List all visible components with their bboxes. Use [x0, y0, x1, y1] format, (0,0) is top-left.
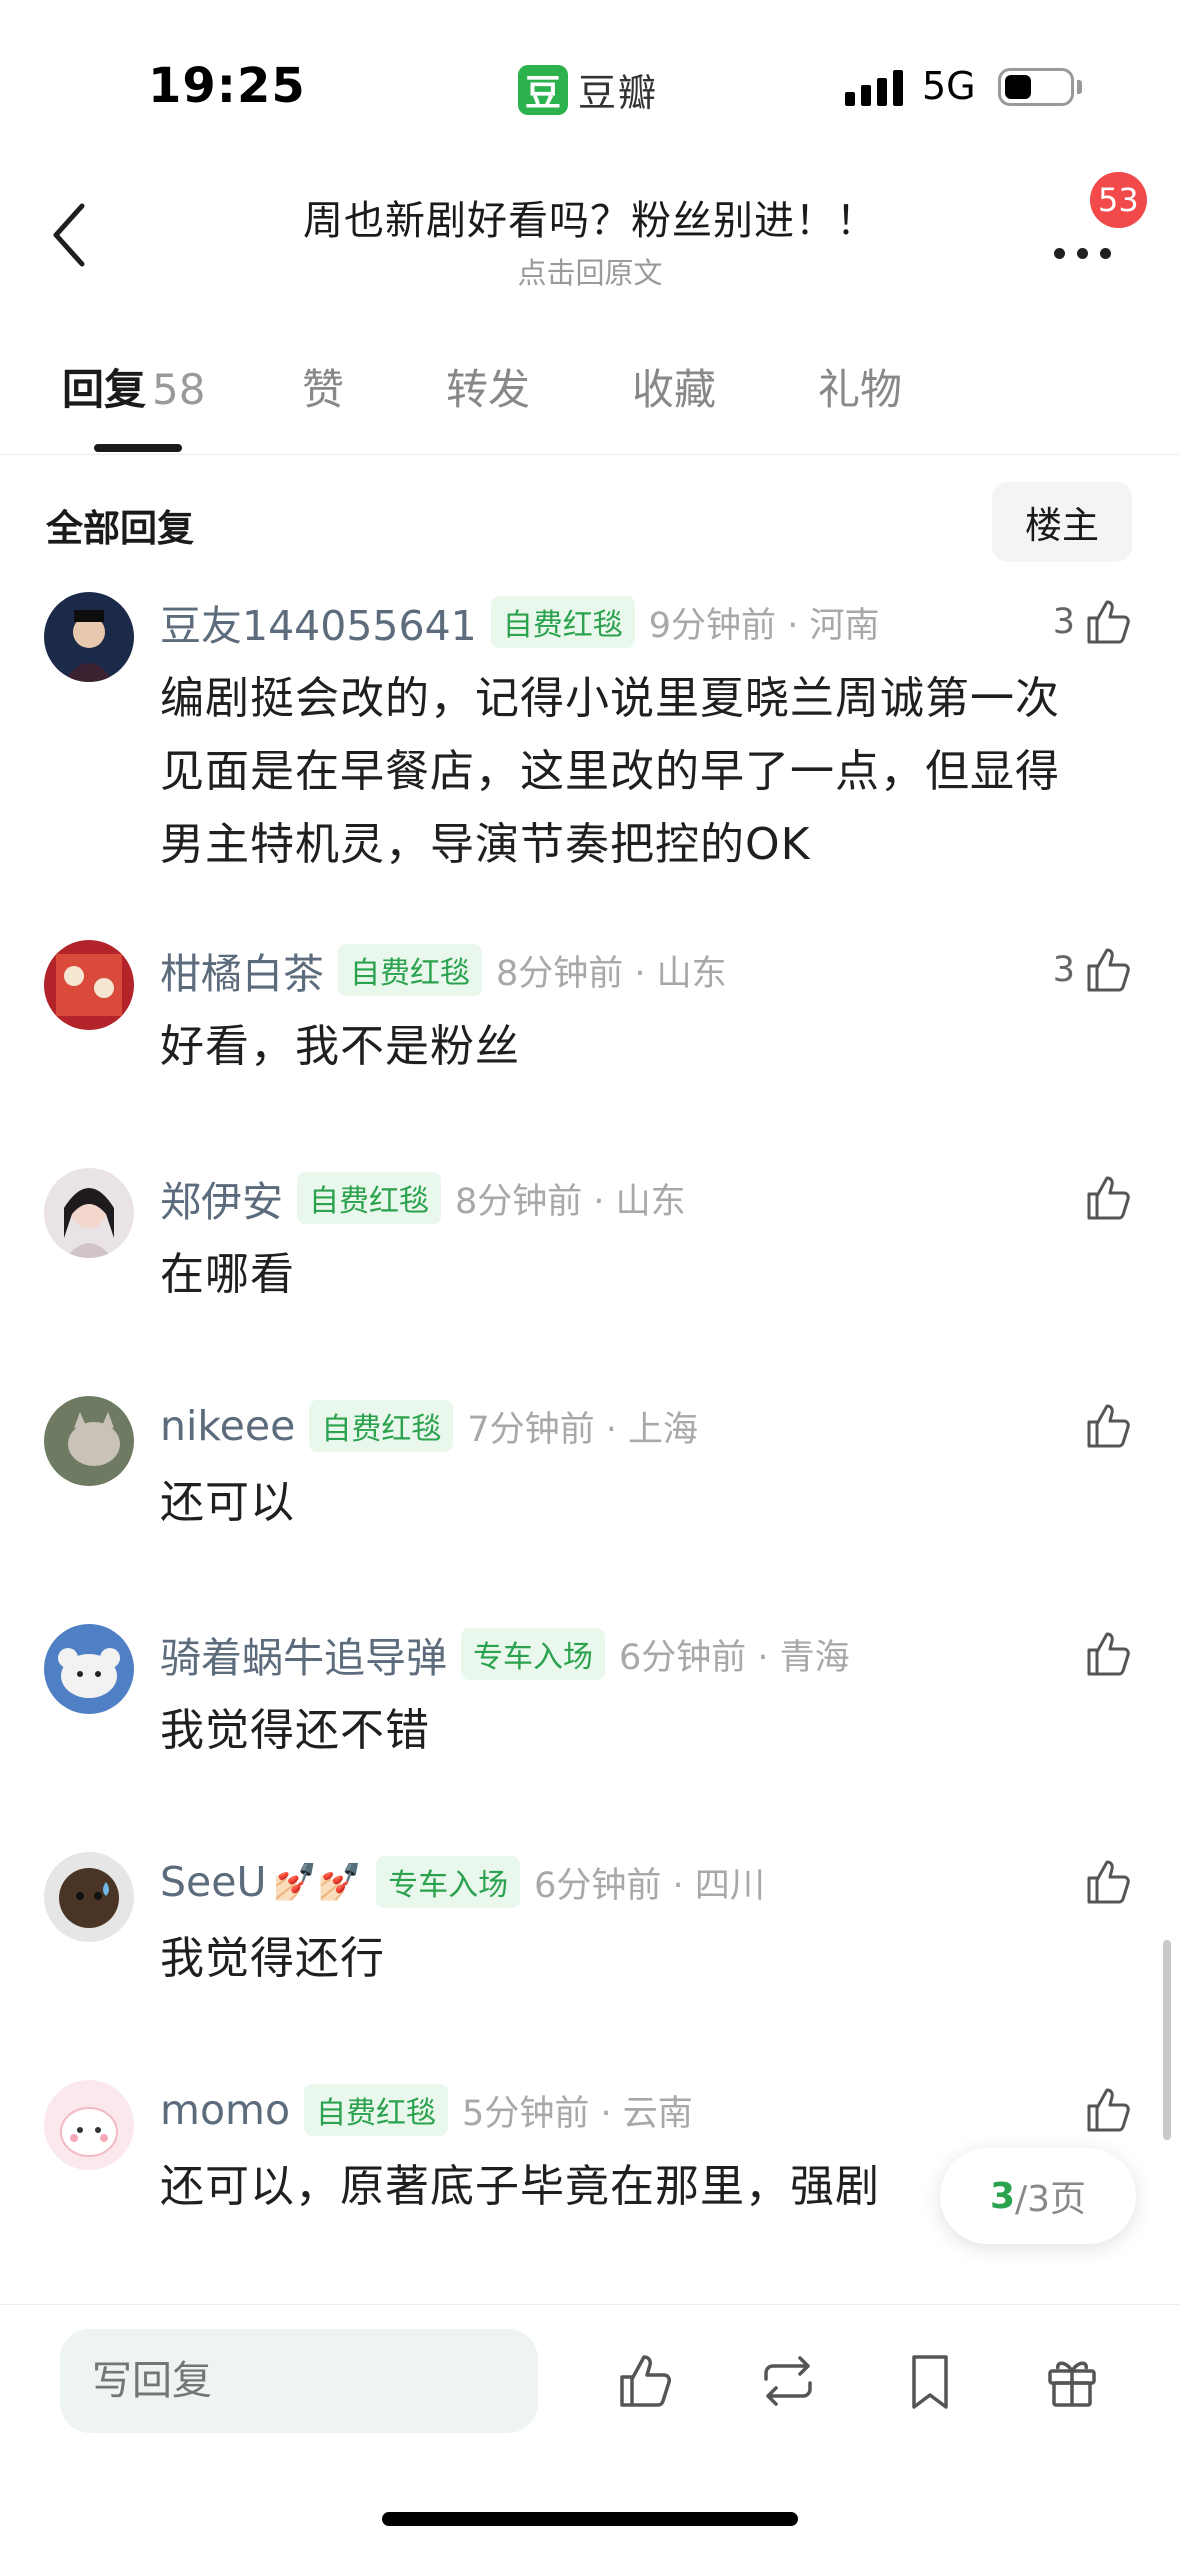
- page-indicator[interactable]: 3/3页: [940, 2148, 1136, 2244]
- user-badge: 自费红毯: [490, 596, 635, 648]
- comment-meta: momo 自费红毯 5分钟前 · 云南: [160, 2080, 693, 2140]
- comment-time-location: 5分钟前 · 云南: [462, 2093, 693, 2134]
- comment-text: 我觉得还不错: [160, 1705, 430, 1756]
- user-badge: 自费红毯: [304, 2084, 449, 2136]
- like-count: 3: [1052, 602, 1075, 642]
- like-button[interactable]: 3: [1053, 944, 1135, 996]
- thumb-up-icon: [1087, 600, 1130, 644]
- comment-time-location: 9分钟前 · 河南: [648, 605, 880, 646]
- thumb-up-icon: [1087, 1404, 1130, 1448]
- comment-meta: SeeU 💅🏻💅🏻 专车入场 6分钟前 · 四川: [160, 1852, 765, 1912]
- status-bar: 19:25 豆 豆瓣 5G: [0, 0, 1179, 150]
- repost-icon[interactable]: [756, 2349, 820, 2413]
- comment-username[interactable]: momo: [160, 2086, 290, 2134]
- network-type: 5G: [922, 64, 976, 108]
- user-badge: 专车入场: [461, 1628, 605, 1680]
- comment-username[interactable]: SeeU: [160, 1858, 266, 1906]
- comment-username[interactable]: nikeee: [160, 1402, 295, 1450]
- comment-meta: 骑着蜗牛追导弹 专车入场 6分钟前 · 青海: [160, 1624, 850, 1684]
- avatar[interactable]: [44, 1624, 134, 1714]
- tab-bar: 回复 58 赞 转发 收藏 礼物: [0, 340, 1179, 455]
- avatar[interactable]: [44, 592, 134, 682]
- notification-badge: 53: [1090, 172, 1147, 228]
- status-app-indicator: 豆 豆瓣: [518, 62, 658, 117]
- title-block[interactable]: 周也新剧好看吗？粉丝别进！！ 点击回原文: [200, 188, 980, 292]
- thumb-up-icon: [1087, 1632, 1130, 1676]
- user-badge: 自费红毯: [297, 1172, 441, 1224]
- back-icon[interactable]: [48, 200, 92, 270]
- tab-replies[interactable]: 回复 58: [62, 356, 205, 417]
- comment-time-location: 7分钟前 · 上海: [467, 1409, 699, 1450]
- battery-icon: [998, 68, 1074, 106]
- like-button[interactable]: 3: [1053, 596, 1135, 648]
- scrollbar[interactable]: [1163, 1940, 1171, 2140]
- like-button[interactable]: [1075, 1628, 1135, 1680]
- tab-collections[interactable]: 收藏: [632, 356, 716, 417]
- douban-logo-icon: 豆: [518, 64, 568, 115]
- battery-tip: [1077, 80, 1082, 94]
- current-page: 3: [989, 2175, 1015, 2217]
- op-only-button[interactable]: 楼主: [992, 482, 1132, 562]
- total-pages: /3页: [1015, 2179, 1087, 2220]
- tab-reposts[interactable]: 转发: [446, 356, 530, 417]
- tab-replies-count: 58: [152, 365, 206, 414]
- comment-username[interactable]: 柑橘白茶: [160, 940, 324, 1000]
- like-button[interactable]: [1075, 2084, 1135, 2136]
- like-button[interactable]: [1075, 1400, 1135, 1452]
- avatar[interactable]: [44, 1852, 134, 1942]
- avatar[interactable]: [44, 2080, 134, 2170]
- status-time: 19:25: [148, 58, 306, 114]
- tab-replies-label: 回复: [62, 365, 147, 414]
- like-button[interactable]: [1075, 1172, 1135, 1224]
- comment-meta: nikeee 自费红毯 7分钟前 · 上海: [160, 1396, 698, 1456]
- post-header: 周也新剧好看吗？粉丝别进！！ 点击回原文: [0, 160, 1179, 300]
- bookmark-icon[interactable]: [898, 2349, 962, 2413]
- thumb-up-icon[interactable]: [614, 2349, 678, 2413]
- cellular-signal-icon: [845, 70, 903, 106]
- thumb-up-icon: [1087, 948, 1130, 992]
- all-replies-label: 全部回复: [46, 507, 194, 550]
- comment-text: 好看，我不是粉丝: [160, 1021, 520, 1072]
- comment-time-location: 8分钟前 · 山东: [455, 1181, 686, 1222]
- comment-text: 编剧挺会改的，记得小说里夏晓兰周诚第一次见面是在早餐店，这里改的早了一点，但显得…: [160, 673, 1060, 870]
- comment-meta: 郑伊安 自费红毯 8分钟前 · 山东: [160, 1168, 686, 1228]
- avatar[interactable]: [44, 1396, 134, 1486]
- tab-gifts[interactable]: 礼物: [818, 356, 902, 417]
- tab-likes[interactable]: 赞: [302, 356, 344, 417]
- avatar[interactable]: [44, 1168, 134, 1258]
- comment-text: 还可以: [160, 1477, 295, 1528]
- view-original-link[interactable]: 点击回原文: [200, 250, 980, 292]
- post-title: 周也新剧好看吗？粉丝别进！！: [303, 198, 877, 244]
- app-name: 豆瓣: [578, 71, 659, 115]
- gift-icon[interactable]: [1040, 2349, 1104, 2413]
- like-count: 3: [1052, 950, 1075, 990]
- active-tab-indicator: [94, 444, 182, 452]
- comment-time-location: 6分钟前 · 四川: [534, 1865, 765, 1906]
- comment-time-location: 6分钟前 · 青海: [619, 1637, 850, 1678]
- comment-meta: 柑橘白茶 自费红毯 8分钟前 · 山东: [160, 940, 727, 1000]
- avatar[interactable]: [44, 940, 134, 1030]
- reply-input[interactable]: [60, 2329, 538, 2433]
- comment-time-location: 8分钟前 · 山东: [496, 953, 727, 994]
- thumb-up-icon: [1087, 1176, 1130, 1220]
- thumb-up-icon: [1087, 1860, 1130, 1904]
- nail-polish-emoji: 💅🏻💅🏻: [272, 1862, 363, 1903]
- comment-username[interactable]: 豆友144055641: [160, 592, 477, 652]
- more-icon: [1054, 248, 1111, 259]
- like-button[interactable]: [1075, 1856, 1135, 1908]
- thumb-up-icon: [1087, 2088, 1130, 2132]
- comment-text: 在哪看: [160, 1249, 295, 1300]
- user-badge: 专车入场: [376, 1856, 521, 1908]
- user-badge: 自费红毯: [338, 944, 482, 996]
- comment-username[interactable]: 骑着蜗牛追导弹: [160, 1624, 447, 1684]
- comment-text: 我觉得还行: [160, 1933, 385, 1984]
- user-badge: 自费红毯: [309, 1400, 454, 1452]
- comment-username[interactable]: 郑伊安: [160, 1168, 283, 1228]
- home-indicator: [382, 2512, 798, 2526]
- comment-meta: 豆友144055641 自费红毯 9分钟前 · 河南: [160, 592, 879, 652]
